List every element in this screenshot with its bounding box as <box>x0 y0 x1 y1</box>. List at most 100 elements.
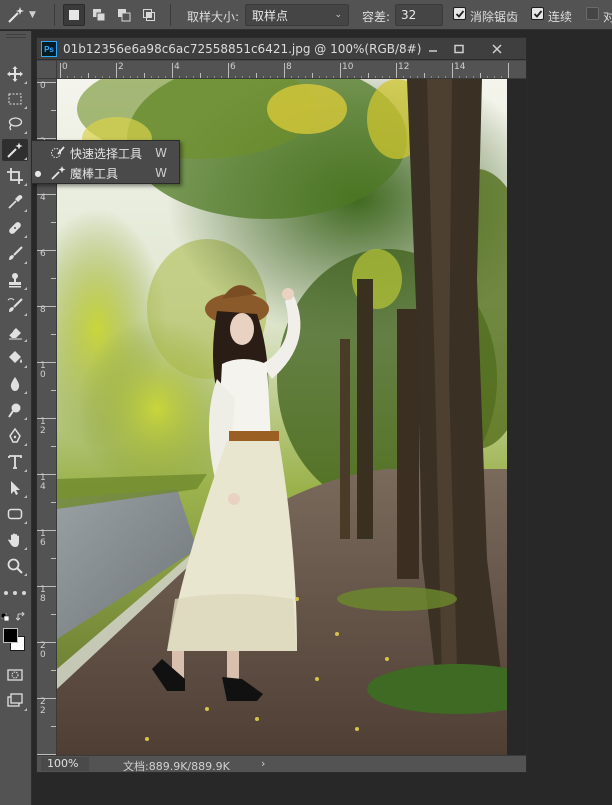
flyout-item-shortcut: W <box>155 166 167 180</box>
crop-tool-button[interactable] <box>2 165 28 187</box>
sample-size-select[interactable]: 取样点 ⌄ <box>245 4 349 26</box>
flyout-item-label: 魔棒工具 <box>70 166 119 181</box>
flyout-item-shortcut: W <box>155 146 167 160</box>
zoom-tool-button[interactable] <box>2 555 28 577</box>
type-tool-button[interactable] <box>2 451 28 473</box>
subtract-from-selection-button[interactable] <box>113 4 135 26</box>
magic-wand-icon <box>8 7 24 23</box>
add-to-selection-button[interactable] <box>88 4 110 26</box>
tool-preset-picker[interactable]: ▼ <box>6 4 50 26</box>
antialias-label: 消除锯齿 <box>470 10 519 24</box>
tolerance-label: 容差: <box>362 10 391 24</box>
lasso-tool-button[interactable] <box>2 113 28 135</box>
path-selection-tool-button[interactable] <box>2 477 28 499</box>
move-tool-button[interactable] <box>2 63 28 85</box>
contiguous-checkbox[interactable] <box>531 7 544 20</box>
paint-bucket-icon <box>9 351 22 363</box>
dodge-tool-button[interactable] <box>2 399 28 421</box>
ruler-label: 6 <box>230 62 236 72</box>
quick-mask-icon <box>7 669 23 681</box>
new-selection-icon <box>69 10 79 20</box>
foreground-color-swatch[interactable] <box>3 628 18 643</box>
minimize-icon <box>429 50 437 52</box>
ruler-label: 12 <box>40 417 46 436</box>
horizontal-ruler[interactable]: 0 2 4 6 8 10 12 14 <box>57 61 526 79</box>
ruler-label: 16 <box>40 529 46 548</box>
ruler-label: 22 <box>40 697 46 716</box>
type-icon <box>8 455 22 469</box>
rounded-rectangle-icon <box>7 508 23 520</box>
ruler-label: 18 <box>40 585 46 604</box>
maximize-button[interactable] <box>448 41 470 57</box>
hand-icon <box>8 533 19 547</box>
ruler-origin[interactable] <box>37 61 57 79</box>
marquee-tool-button[interactable] <box>2 88 28 110</box>
history-brush-tool-button[interactable] <box>2 295 28 317</box>
sample-all-layers-label: 对 <box>603 10 612 24</box>
flyout-item-quick-selection[interactable]: 快速选择工具 W <box>32 143 179 163</box>
flyout-item-label: 快速选择工具 <box>70 146 143 161</box>
antialias-checkbox[interactable] <box>453 7 466 20</box>
brush-tool-button[interactable] <box>2 243 28 265</box>
ruler-label: 8 <box>40 305 46 315</box>
magic-wand-icon <box>7 142 23 158</box>
quick-mask-button[interactable] <box>2 664 28 686</box>
ruler-label: 14 <box>40 473 46 492</box>
toolbox-grip[interactable] <box>6 34 26 38</box>
ruler-label: 8 <box>286 62 292 72</box>
close-button[interactable] <box>486 41 508 57</box>
quick-selection-icon <box>51 146 65 158</box>
paint-bucket-tool-button[interactable] <box>2 347 28 369</box>
contiguous-label: 连续 <box>548 10 573 24</box>
ruler-label: 0 <box>62 62 68 72</box>
tolerance-input[interactable]: 32 <box>395 4 443 26</box>
sample-size-label: 取样大小: <box>187 10 240 24</box>
eraser-tool-button[interactable] <box>2 321 28 343</box>
eyedropper-tool-button[interactable] <box>2 191 28 213</box>
lasso-icon <box>8 117 23 131</box>
pen-tool-button[interactable] <box>2 425 28 447</box>
blur-drop-icon <box>10 377 20 391</box>
sample-all-layers-checkbox[interactable] <box>586 7 599 20</box>
move-icon <box>7 66 23 82</box>
brush-icon <box>9 246 23 260</box>
hand-tool-button[interactable] <box>2 529 28 551</box>
clone-stamp-tool-button[interactable] <box>2 269 28 291</box>
ruler-label: 14 <box>454 62 466 72</box>
swap-colors-icon[interactable] <box>16 612 26 622</box>
document-title-bar[interactable]: Ps 01b12356e6a98c6ac72558851c6421.jpg @ … <box>37 38 526 60</box>
ruler-label: 0 <box>40 81 46 91</box>
chevron-down-icon: ▼ <box>29 10 36 20</box>
ruler-label: 2 <box>118 62 124 72</box>
zoom-level-field[interactable]: 100% <box>41 757 89 771</box>
bandage-icon <box>9 222 21 234</box>
ruler-label: 4 <box>40 193 46 203</box>
status-menu-arrow-icon[interactable]: › <box>261 757 265 770</box>
ruler-label: 10 <box>342 62 354 72</box>
rectangle-tool-button[interactable] <box>2 503 28 525</box>
flyout-item-magic-wand[interactable]: ● 魔棒工具 W <box>32 163 179 183</box>
options-bar: ▼ 取样大小: 取样点 ⌄ 容差: 32 消除锯齿 连续 对 <box>0 0 612 30</box>
document-size-info: 文档:889.9K/889.9K <box>123 760 230 773</box>
document-title: 01b12356e6a98c6ac72558851c6421.jpg @ 100… <box>63 42 422 56</box>
magic-wand-tool-button[interactable] <box>2 139 28 161</box>
eraser-icon <box>8 328 22 340</box>
stamp-icon <box>9 273 21 288</box>
ruler-label: 20 <box>40 641 46 660</box>
blur-tool-button[interactable] <box>2 373 28 395</box>
intersect-selection-icon <box>143 9 155 21</box>
screen-mode-button[interactable] <box>2 690 28 712</box>
rectangular-marquee-icon <box>8 93 22 105</box>
ruler-label: 10 <box>40 361 46 380</box>
selected-bullet: ● <box>34 168 42 178</box>
maximize-icon <box>454 44 464 54</box>
intersect-selection-button[interactable] <box>138 4 160 26</box>
photoshop-logo-icon: Ps <box>41 41 57 57</box>
default-colors-icon[interactable] <box>1 613 9 621</box>
edit-toolbar-icon[interactable] <box>4 591 26 597</box>
add-selection-icon <box>93 9 106 22</box>
minimize-button[interactable] <box>422 41 444 57</box>
healing-brush-tool-button[interactable] <box>2 217 28 239</box>
crop-icon <box>7 168 23 184</box>
new-selection-button[interactable] <box>63 4 85 26</box>
